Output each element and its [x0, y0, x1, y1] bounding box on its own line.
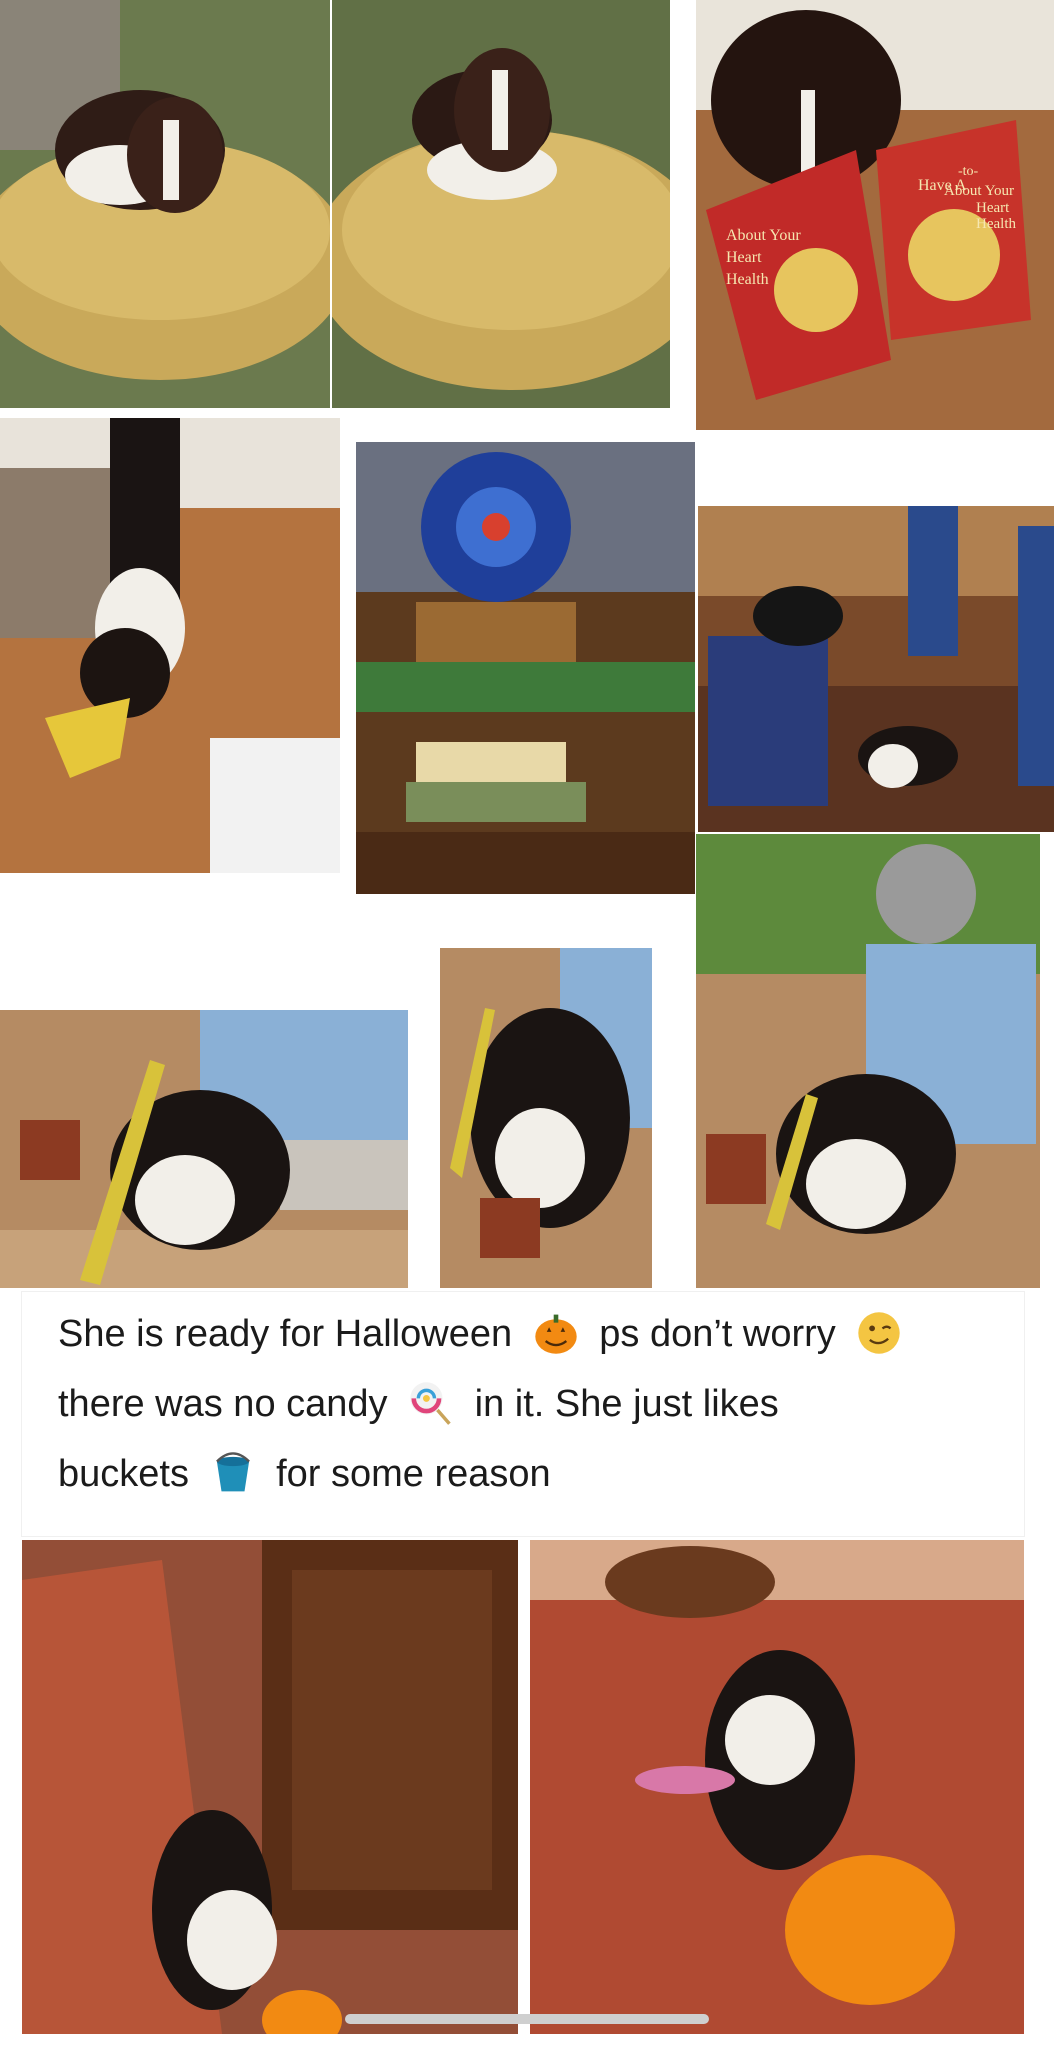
home-indicator[interactable] [345, 2014, 709, 2024]
photo-dog-with-bucket-on-floor [0, 418, 340, 873]
photo-church-altar [356, 442, 695, 894]
photo-dog-on-bricks-1 [0, 1010, 408, 1288]
caption-line-3: buckets for some reason [58, 1450, 551, 1496]
caption-text: ps don’t worry [599, 1313, 836, 1355]
caption-line-2: there was no candy in it. She just likes [58, 1380, 779, 1426]
box-text-right-5: Health [976, 216, 1016, 232]
box-text-left-3: Health [726, 271, 769, 288]
photo-dog-with-bucket-on-rug-2 [530, 1540, 1024, 2034]
caption-text: for some reason [276, 1453, 551, 1495]
box-text-left-1: About Your [726, 227, 801, 244]
caption-text: She is ready for Halloween [58, 1313, 513, 1355]
photo-dog-on-hay-1 [0, 0, 330, 408]
lollipop-icon [410, 1382, 451, 1425]
photo-dog-with-cereal-boxes: About Your Heart Health Have A -to- Abou… [696, 0, 1054, 430]
box-text-left-2: Heart [726, 249, 762, 266]
box-text-right-2: -to- [958, 164, 979, 179]
wink-icon [858, 1312, 901, 1354]
photo-dog-with-bucket-on-rug-1 [22, 1540, 518, 2034]
box-text-right-3: About Your [944, 183, 1014, 199]
box-text-right-4: Heart [976, 200, 1010, 216]
photo-dog-on-bricks-2 [440, 948, 652, 1288]
caption-card: She is ready for Halloween ps don’t worr… [22, 1292, 1024, 1536]
photo-woman-with-dog-on-bricks [696, 834, 1040, 1288]
caption-text: there was no candy [58, 1383, 388, 1425]
caption-text: buckets [58, 1453, 189, 1495]
pumpkin-icon [535, 1314, 577, 1354]
caption-line-1: She is ready for Halloween ps don’t worr… [58, 1310, 912, 1356]
bucket-icon [215, 1452, 250, 1492]
photo-dog-with-people-on-steps [698, 506, 1054, 832]
caption-text: in it. She just likes [474, 1383, 779, 1425]
photo-dog-on-hay-2 [332, 0, 670, 408]
